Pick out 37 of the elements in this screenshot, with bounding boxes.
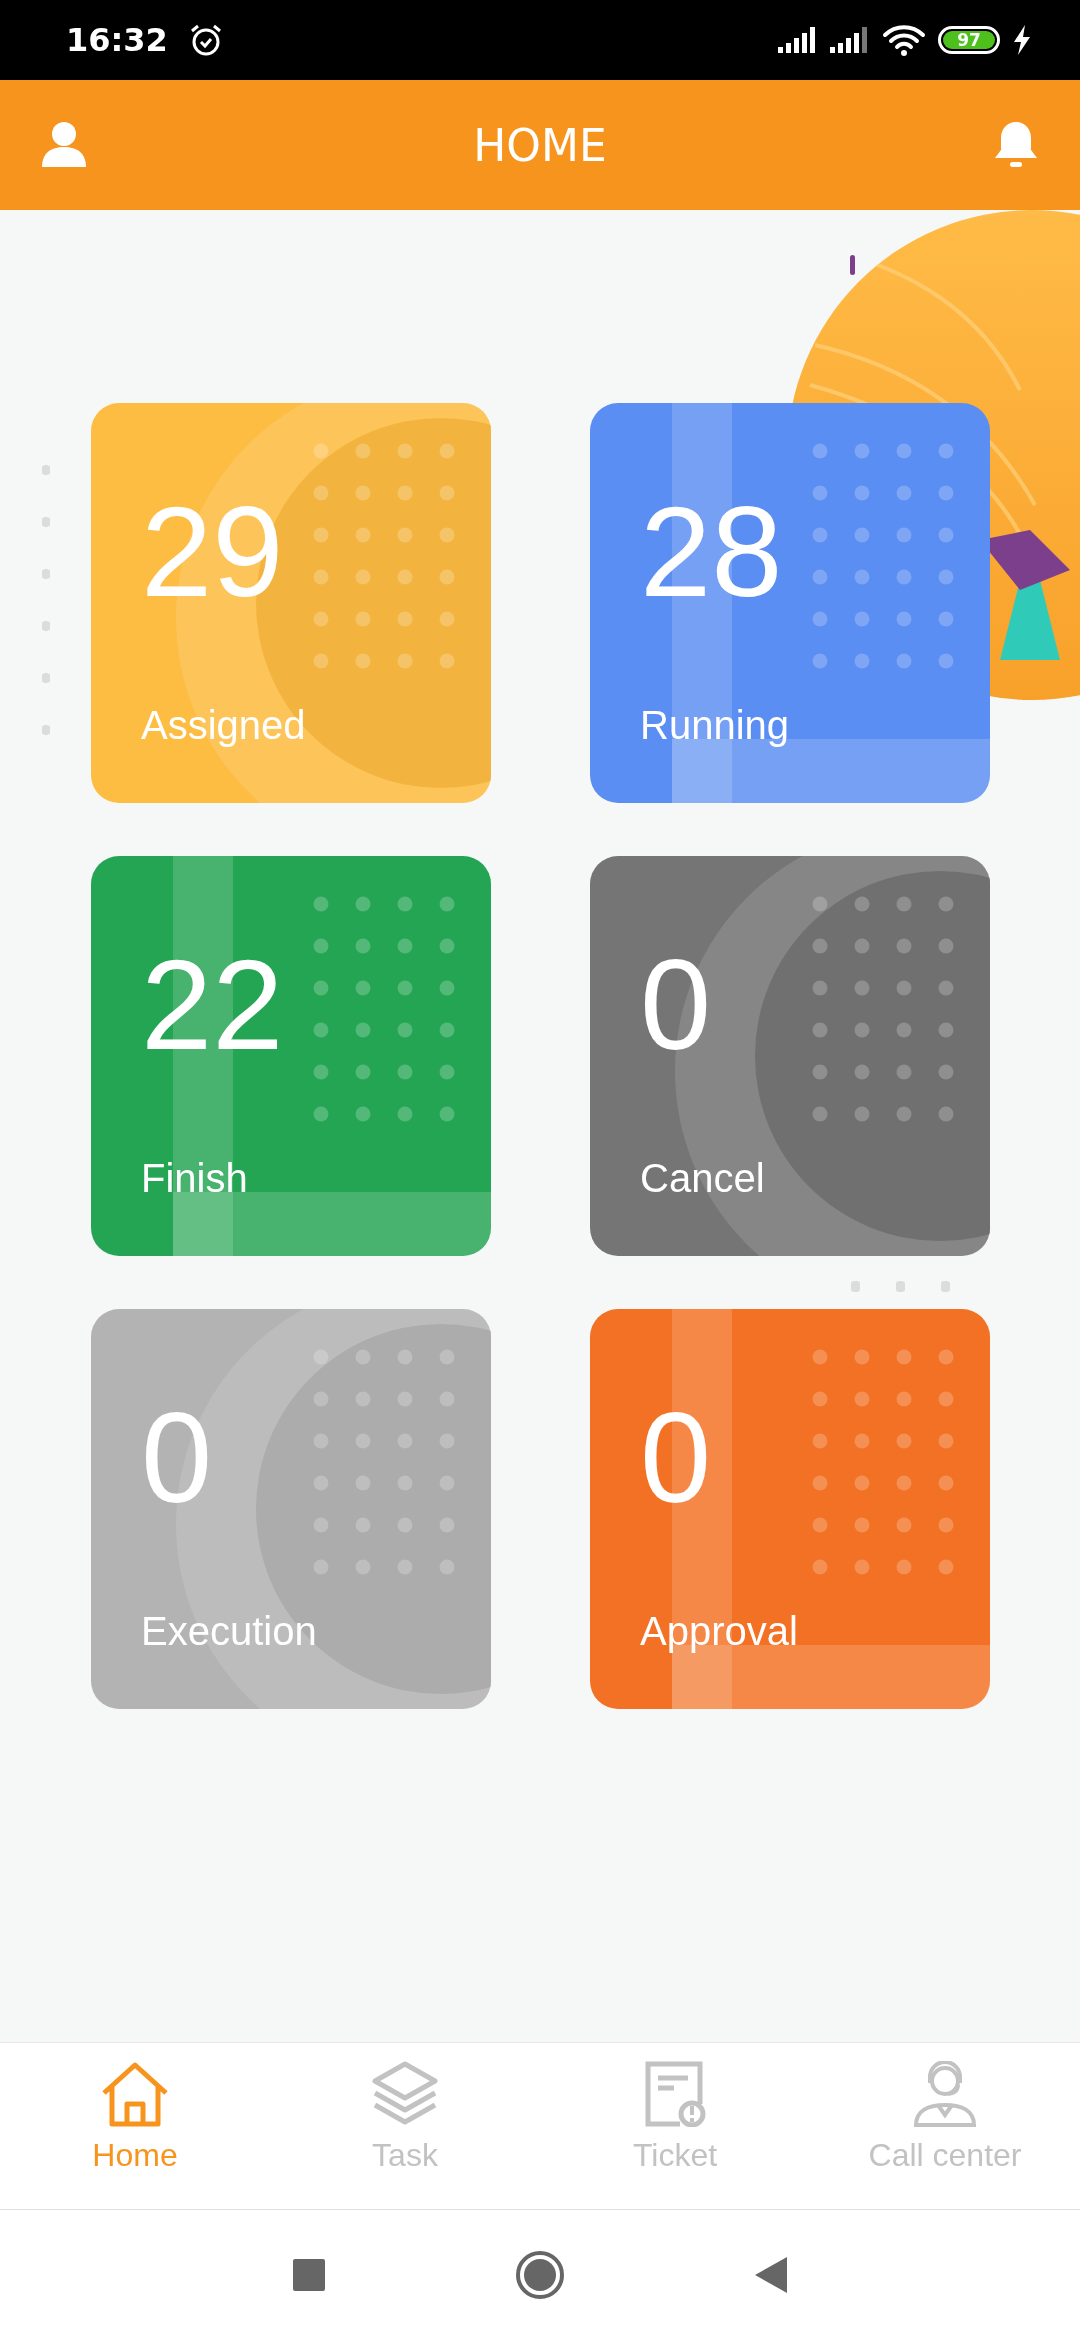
nav-tab[interactable]: Call center xyxy=(810,2043,1080,2209)
home-button-icon[interactable] xyxy=(515,2250,565,2300)
page-title: HOME xyxy=(473,119,607,171)
count-value: 29 xyxy=(141,488,284,616)
charging-icon xyxy=(1012,24,1032,56)
status-card[interactable]: 29 Assigned xyxy=(91,403,491,803)
status-card[interactable]: 0 Cancel xyxy=(590,856,990,1256)
clock-time: 16:32 xyxy=(66,21,168,59)
count-value: 22 xyxy=(141,941,284,1069)
count-value: 0 xyxy=(640,941,712,1069)
nav-tab[interactable]: Home xyxy=(0,2043,270,2209)
dot-pattern-icon xyxy=(42,465,50,735)
status-card[interactable]: 22 Finish xyxy=(91,856,491,1256)
count-value: 0 xyxy=(141,1394,213,1522)
status-card[interactable]: 0 Execution xyxy=(91,1309,491,1709)
status-card[interactable]: 0 Approval xyxy=(590,1309,990,1709)
count-value: 0 xyxy=(640,1394,712,1522)
back-icon[interactable] xyxy=(755,2257,787,2293)
dot-pattern-icon xyxy=(851,1281,951,1293)
status-label: Running xyxy=(640,703,789,747)
status-label: Execution xyxy=(141,1609,317,1653)
nav-tab[interactable]: Ticket xyxy=(540,2043,810,2209)
wifi-icon xyxy=(882,23,926,57)
status-label: Cancel xyxy=(640,1156,765,1200)
home-icon xyxy=(100,2061,170,2127)
count-value: 28 xyxy=(640,488,783,616)
signal-icon xyxy=(778,25,818,55)
status-label: Approval xyxy=(640,1609,798,1653)
user-icon[interactable] xyxy=(42,121,86,169)
battery-icon: 97 xyxy=(938,26,1000,54)
signal-icon xyxy=(830,25,870,55)
status-card[interactable]: 28 Running xyxy=(590,403,990,803)
status-label: Assigned xyxy=(141,703,306,747)
status-label: Finish xyxy=(141,1156,248,1200)
nav-tab[interactable]: Task xyxy=(270,2043,540,2209)
layers-icon xyxy=(370,2061,440,2127)
bell-icon[interactable] xyxy=(994,120,1038,170)
